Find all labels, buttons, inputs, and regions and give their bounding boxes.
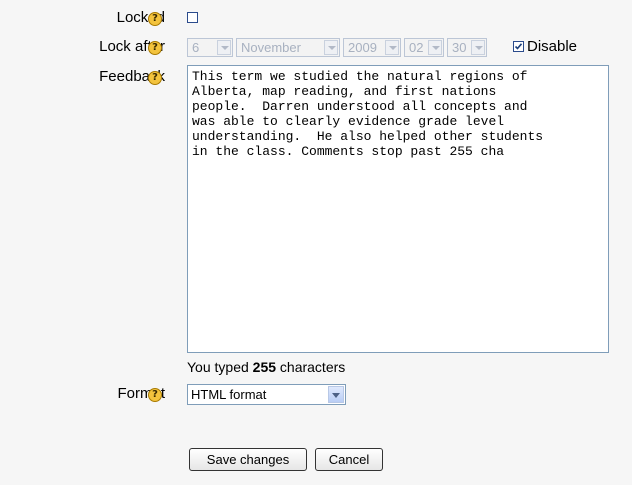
chevron-down-icon — [471, 40, 485, 55]
minute-value: 30 — [452, 40, 467, 55]
hour-value: 02 — [409, 40, 424, 55]
format-value: HTML format — [191, 387, 267, 402]
chevron-down-icon — [385, 40, 399, 55]
cancel-button[interactable]: Cancel — [315, 448, 383, 471]
help-icon[interactable]: ? — [148, 71, 162, 85]
disable-label: Disable — [527, 38, 578, 55]
format-select[interactable]: HTML format — [187, 384, 346, 405]
year-select[interactable]: 2009 — [343, 38, 401, 57]
counter-prefix: You typed — [187, 359, 253, 375]
check-icon — [514, 43, 523, 50]
chevron-down-icon — [428, 40, 442, 55]
counter-suffix: characters — [276, 359, 346, 375]
help-icon[interactable]: ? — [148, 41, 162, 55]
locked-checkbox[interactable] — [187, 12, 198, 23]
month-value: November — [241, 40, 301, 55]
help-icon[interactable]: ? — [148, 388, 162, 402]
chevron-down-icon — [328, 386, 344, 403]
help-icon[interactable]: ? — [148, 12, 162, 26]
counter-count: 255 — [252, 359, 277, 375]
year-value: 2009 — [348, 40, 377, 55]
chevron-down-icon — [217, 40, 231, 55]
feedback-textarea[interactable] — [187, 65, 609, 353]
chevron-down-icon — [324, 40, 338, 55]
minute-select[interactable]: 30 — [447, 38, 487, 57]
day-value: 6 — [192, 40, 200, 55]
disable-checkbox[interactable] — [513, 41, 524, 52]
character-counter: You typed 255 characters — [187, 357, 345, 377]
day-select[interactable]: 6 — [187, 38, 233, 57]
month-select[interactable]: November — [236, 38, 340, 57]
save-button[interactable]: Save changes — [189, 448, 307, 471]
hour-select[interactable]: 02 — [404, 38, 444, 57]
